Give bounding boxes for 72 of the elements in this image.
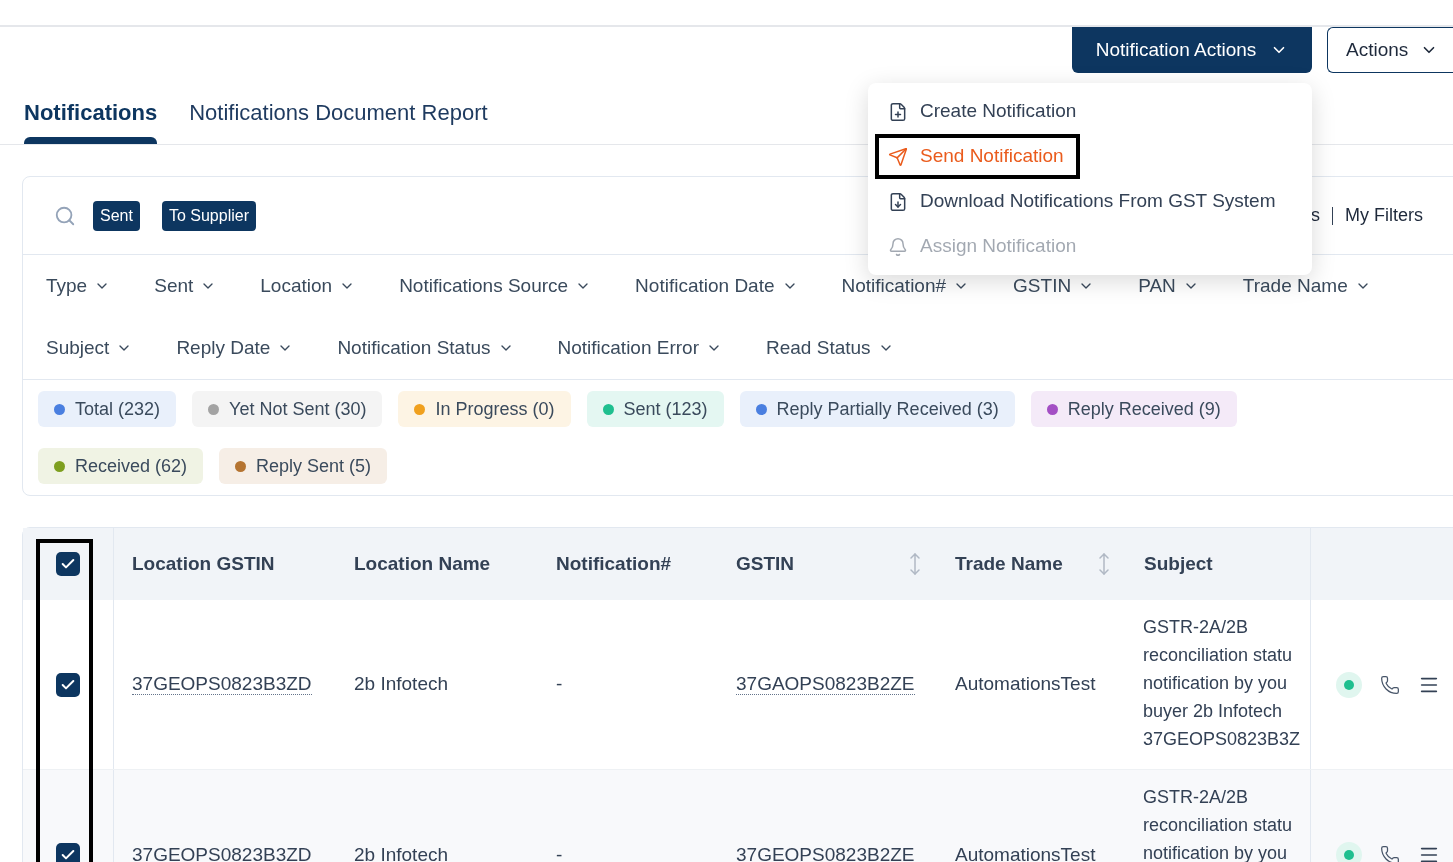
chip-label: Reply Partially Received (3)	[776, 397, 999, 421]
table-cell: -	[556, 673, 563, 695]
checkbox[interactable]	[56, 672, 80, 697]
filter-dropdown[interactable]: Location	[260, 271, 356, 301]
status-chip[interactable]: Reply Received (9)	[1030, 391, 1237, 427]
filter-dropdown[interactable]: Notification Status	[337, 333, 514, 363]
dropdown-button[interactable]: Notification Actions	[1072, 27, 1312, 73]
status-chip[interactable]: Yet Not Sent (30)	[192, 391, 383, 427]
filter-dropdown[interactable]: Sent	[154, 271, 217, 301]
filter-dropdown[interactable]: Notifications Source	[399, 271, 592, 301]
chip-label: Yet Not Sent (30)	[229, 397, 367, 421]
status-chip[interactable]: In Progress (0)	[398, 391, 571, 427]
table-cell: AutomationsTest	[955, 673, 1096, 695]
table-cell-link[interactable]: 37GEOPS0823B3ZD	[132, 673, 312, 696]
table-cell: AutomationsTest	[955, 843, 1096, 862]
column-header: Location Name	[354, 551, 491, 576]
status-chip[interactable]: Reply Sent (5)	[219, 448, 388, 484]
table-cell: 2b Infotech	[354, 673, 449, 695]
subject-text-line: GSTR-2A/2B	[1143, 786, 1250, 809]
status-chip[interactable]: Total (232)	[38, 391, 177, 427]
file-plus-icon	[888, 101, 908, 122]
table-cell: -	[556, 843, 563, 862]
send-icon	[888, 146, 908, 167]
column-header[interactable]: GSTIN	[736, 549, 927, 579]
filter-tag[interactable]: Sent	[93, 200, 140, 231]
filter-tag[interactable]: To Supplier	[161, 200, 256, 231]
filter-dropdown[interactable]: Type	[46, 271, 111, 301]
checkbox[interactable]	[56, 843, 80, 862]
chip-label: Total (232)	[75, 397, 161, 421]
column-header: Subject	[1144, 551, 1213, 576]
table-cell-link[interactable]: 37GAOPS0823B2ZE	[736, 673, 915, 696]
checkbox[interactable]	[56, 552, 80, 576]
status-chip[interactable]: Reply Partially Received (3)	[739, 391, 1015, 427]
status-chip[interactable]: Sent (123)	[586, 391, 724, 427]
filter-dropdown[interactable]: Notification Error	[557, 333, 722, 363]
subject-text-line: reconciliation statu	[1143, 644, 1294, 667]
subject-text-line: notification by you	[1143, 842, 1289, 862]
menu-item[interactable]: Download Notifications From GST System	[875, 179, 1292, 224]
table-cell-link[interactable]: 37GEOPS0823B2ZE	[736, 843, 915, 862]
phone-icon[interactable]	[1380, 674, 1400, 695]
subject-text-line: 37GEOPS0823B3Z	[1143, 728, 1302, 751]
dropdown-button[interactable]: Actions	[1327, 27, 1453, 73]
subject-text-line: notification by you	[1143, 672, 1289, 695]
chip-label: Reply Sent (5)	[256, 454, 372, 478]
subject-text-line: buyer 2b Infotech	[1143, 700, 1284, 723]
check-icon	[60, 847, 76, 862]
subject-text-line: GSTR-2A/2B	[1143, 616, 1250, 639]
status-chip[interactable]: Received (62)	[38, 448, 204, 484]
bell-icon	[888, 236, 908, 257]
search-icon	[54, 204, 76, 227]
column-header: Location GSTIN	[132, 551, 275, 576]
chip-label: Sent (123)	[623, 397, 708, 421]
phone-icon[interactable]	[1380, 845, 1400, 862]
tab[interactable]: Notifications	[24, 80, 158, 144]
file-download-icon	[888, 191, 908, 212]
column-header: Notification#	[556, 551, 672, 576]
filter-link[interactable]: s	[1311, 202, 1320, 229]
menu-item[interactable]: Create Notification	[875, 89, 1093, 134]
filter-dropdown[interactable]: Notification Date	[635, 271, 798, 301]
filter-link[interactable]: My Filters	[1345, 202, 1423, 229]
table-cell-link[interactable]: 37GEOPS0823B3ZD	[132, 843, 312, 862]
menu-item[interactable]: Send Notification	[875, 134, 1080, 179]
filter-dropdown[interactable]: Subject	[46, 333, 133, 363]
chip-label: Reply Received (9)	[1067, 397, 1221, 421]
chip-label: In Progress (0)	[435, 397, 555, 421]
table-cell: 2b Infotech	[354, 843, 449, 862]
tab[interactable]: Notifications Document Report	[189, 80, 488, 144]
chip-label: Received (62)	[75, 454, 188, 478]
filter-dropdown[interactable]: Read Status	[766, 333, 894, 363]
subject-text-line: reconciliation statu	[1143, 814, 1294, 837]
filter-dropdown[interactable]: Reply Date	[176, 333, 294, 363]
column-header[interactable]: Trade Name	[955, 549, 1116, 579]
